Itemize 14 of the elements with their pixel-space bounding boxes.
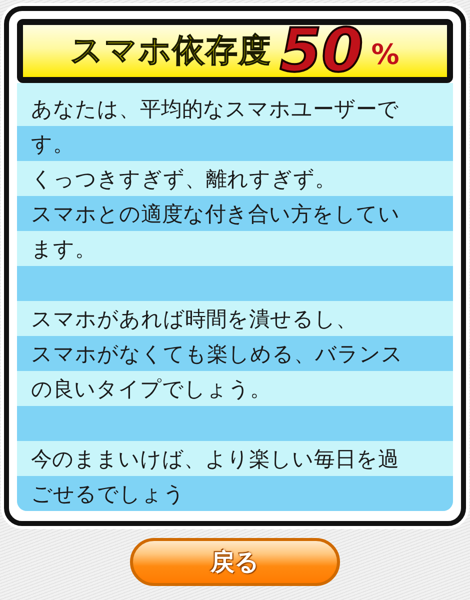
message-line: スマホとの適度な付き合い方をしてい — [31, 200, 400, 228]
message-line: スマホがなくても楽しめる、バランス — [31, 340, 403, 368]
score-unit: % — [371, 38, 400, 71]
message-line: あなたは、平均的なスマホユーザーで — [31, 96, 399, 122]
message-line: スマホがあれば時間を潰せるし、 — [31, 306, 357, 332]
message-line: ごせるでしょう — [31, 480, 185, 508]
banner-title: スマホ依存度 — [70, 30, 272, 71]
message-line: の良いタイプでしょう。 — [31, 376, 271, 402]
message-line: ます。 — [31, 236, 96, 262]
message-line: す。 — [31, 130, 74, 158]
back-button[interactable]: 戻る — [130, 538, 340, 586]
score-value: 50 — [280, 21, 364, 81]
message-line: くっつきすぎず、離れすぎず。 — [31, 166, 336, 192]
message-line: 今のままいけば、より楽しい毎日を過 — [31, 446, 399, 472]
